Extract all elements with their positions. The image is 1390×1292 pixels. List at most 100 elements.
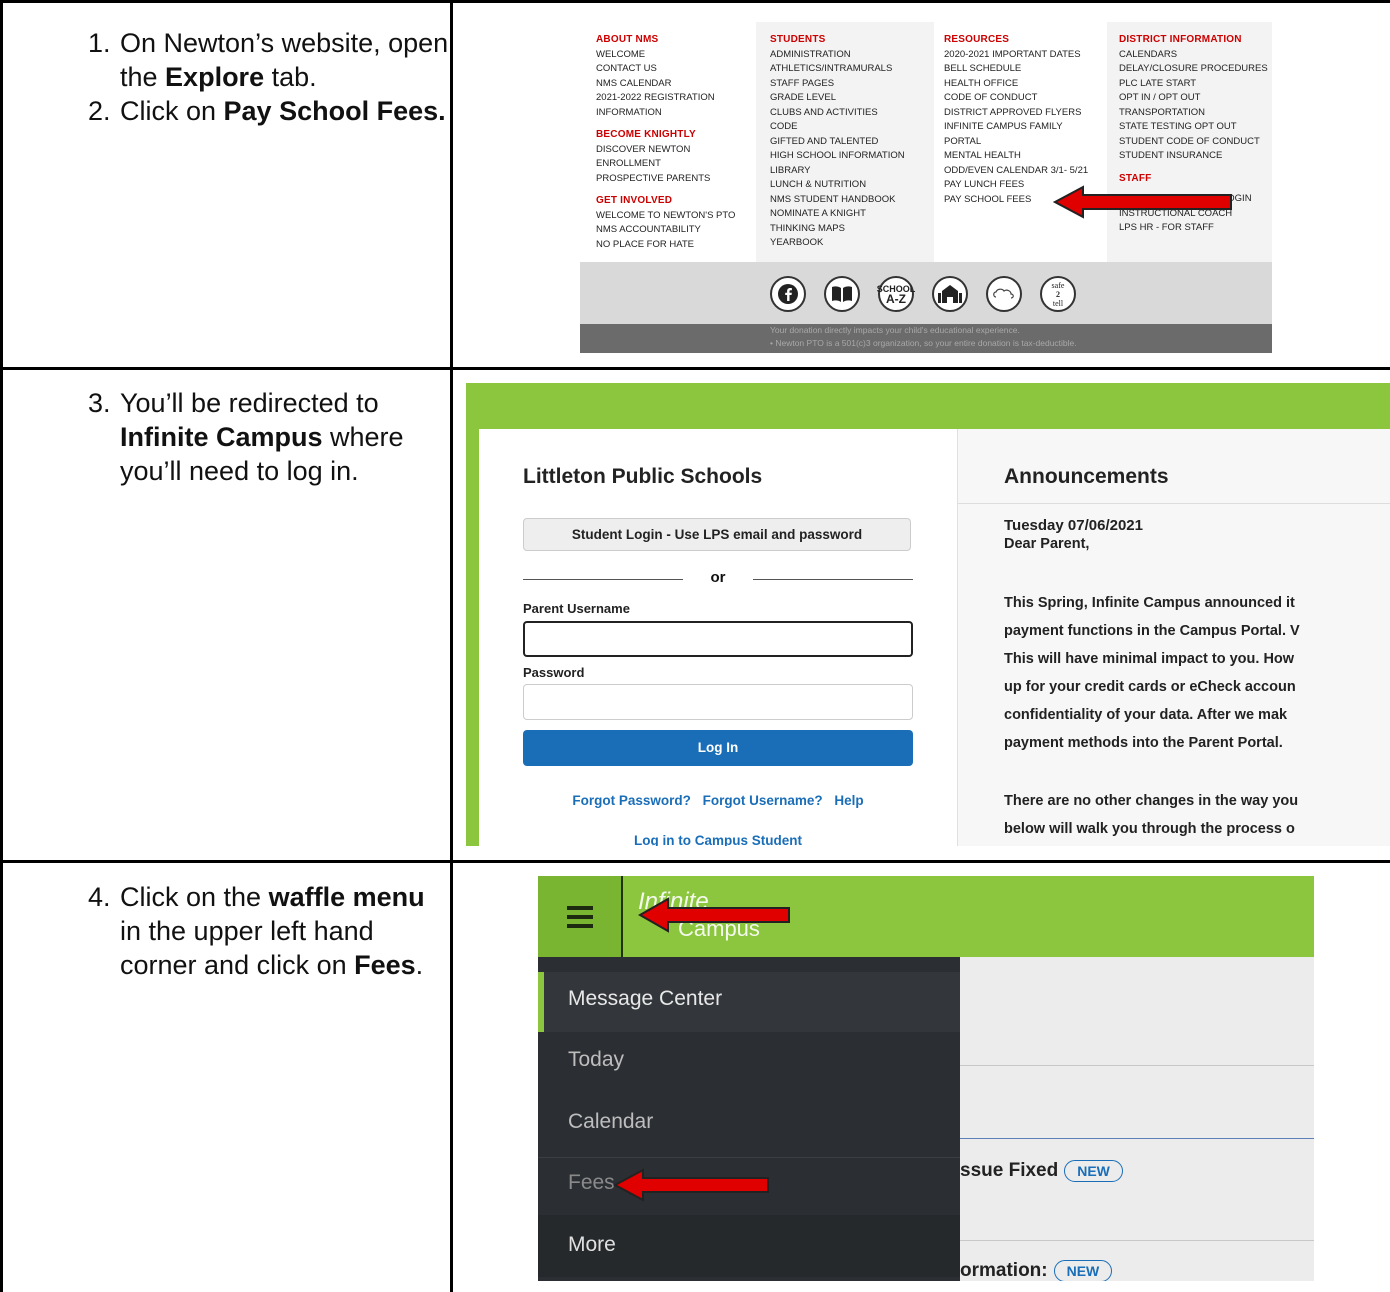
menu-link[interactable]: BELL SCHEDULE xyxy=(944,62,1107,77)
red-arrow-pay-school-fees xyxy=(1053,185,1232,219)
menu-link[interactable]: CONTACT US xyxy=(596,62,756,77)
menu-heading-involved: GET INVOLVED xyxy=(596,195,673,206)
safe2tell-icon-top: safe xyxy=(1051,280,1065,290)
announcement-heading-text: ssue Fixed xyxy=(960,1160,1059,1182)
menu-link[interactable]: DELAY/CLOSURE PROCEDURES xyxy=(1119,62,1272,77)
menu-link[interactable]: WELCOME TO NEWTON'S PTO xyxy=(596,209,756,224)
social-icon-bar xyxy=(580,262,1272,324)
step-4: Click on the waffle menu in the upper le… xyxy=(118,880,450,982)
menu-link[interactable]: CODE xyxy=(770,120,934,135)
table-row-divider xyxy=(0,860,1390,863)
step-2: Click on Pay School Fees. xyxy=(118,94,450,128)
footer-line: • Newton PTO is a 501(c)3 organization, … xyxy=(770,338,1077,348)
hamburger-menu-icon[interactable] xyxy=(538,876,623,957)
nav-item-today[interactable]: Today xyxy=(568,1048,624,1072)
password-input[interactable] xyxy=(523,684,913,720)
menu-link[interactable]: DISTRICT APPROVED FLYERS xyxy=(944,106,1107,121)
login-panel: Littleton Public Schools Student Login -… xyxy=(479,429,957,846)
menu-link[interactable]: THINKING MAPS xyxy=(770,222,934,237)
menu-link[interactable]: STATE TESTING OPT OUT xyxy=(1119,120,1272,135)
school-building-icon[interactable] xyxy=(932,276,968,312)
menu-heading-resources: RESOURCES xyxy=(944,34,1010,45)
menu-link[interactable]: PLC LATE START xyxy=(1119,77,1272,92)
menu-link[interactable]: ENROLLMENT xyxy=(596,157,756,172)
username-input[interactable] xyxy=(523,621,913,657)
menu-link[interactable]: NMS ACCOUNTABILITY xyxy=(596,223,756,238)
student-login-button[interactable]: Student Login - Use LPS email and passwo… xyxy=(523,518,911,551)
password-label: Password xyxy=(523,665,585,680)
cloud-link-icon[interactable] xyxy=(986,276,1022,312)
menu-link[interactable]: ATHLETICS/INTRAMURALS xyxy=(770,62,934,77)
menu-link[interactable]: INFINITE CAMPUS FAMILY xyxy=(944,120,1107,135)
menu-link[interactable]: NO PLACE FOR HATE xyxy=(596,238,756,253)
step-cell-3: You’ll be redirected to Infinite Campus … xyxy=(0,386,450,488)
menu-link[interactable]: PORTAL xyxy=(944,135,1107,150)
log-in-button[interactable]: Log In xyxy=(523,730,913,766)
menu-link[interactable]: CLUBS AND ACTIVITIES xyxy=(770,106,934,121)
menu-link[interactable]: YEARBOOK xyxy=(770,236,934,251)
menu-link[interactable]: MENTAL HEALTH xyxy=(944,149,1107,164)
announcement-heading: ssue Fixed NEW xyxy=(960,1160,1123,1182)
announcement-line: payment methods into the Parent Portal. xyxy=(1004,735,1283,751)
campus-student-link[interactable]: Log in to Campus Student xyxy=(479,833,957,846)
menu-link[interactable]: NMS STUDENT HANDBOOK xyxy=(770,193,934,208)
help-links: Forgot Password? Forgot Username? Help xyxy=(479,793,957,808)
pto-donation-footer: Your donation directly impacts your chil… xyxy=(580,324,1272,353)
menu-link[interactable]: NMS CALENDAR xyxy=(596,77,756,92)
menu-column-students: STUDENTS ADMINISTRATION ATHLETICS/INTRAM… xyxy=(756,22,934,262)
menu-link[interactable]: LPS HR - FOR STAFF xyxy=(1119,221,1272,236)
menu-link[interactable]: ADMINISTRATION xyxy=(770,48,934,63)
forgot-username-link[interactable]: Forgot Username? xyxy=(703,793,823,808)
announcement-line: payment functions in the Campus Portal. … xyxy=(1004,623,1300,639)
announcement-greeting: Dear Parent, xyxy=(1004,536,1090,552)
menu-link[interactable]: CODE OF CONDUCT xyxy=(944,91,1107,106)
menu-link[interactable]: ODD/EVEN CALENDAR 3/1- 5/21 xyxy=(944,164,1107,179)
menu-link[interactable]: STAFF PAGES xyxy=(770,77,934,92)
new-badge: NEW xyxy=(1064,1160,1123,1182)
menu-link[interactable]: 2021-2022 REGISTRATION xyxy=(596,91,756,106)
district-title: Littleton Public Schools xyxy=(523,465,763,488)
menu-link[interactable]: OPT IN / OPT OUT xyxy=(1119,91,1272,106)
navigation-drawer: Message Center Today Calendar Fees More xyxy=(538,957,960,1281)
table-column-divider xyxy=(450,0,453,1292)
menu-heading-district: DISTRICT INFORMATION xyxy=(1119,34,1242,45)
infinite-campus-login-screenshot: Littleton Public Schools Student Login -… xyxy=(466,383,1390,846)
forgot-password-link[interactable]: Forgot Password? xyxy=(572,793,691,808)
infinite-campus-menu-screenshot: Infinite Campus ssue Fixed NEW ormation: N… xyxy=(538,876,1314,1281)
red-arrow-fees xyxy=(613,1168,769,1202)
active-item-indicator xyxy=(538,972,544,1032)
menu-link[interactable]: TRANSPORTATION xyxy=(1119,106,1272,121)
announcements-title: Announcements xyxy=(1004,465,1169,488)
menu-link[interactable]: 2020-2021 IMPORTANT DATES xyxy=(944,48,1107,63)
menu-link[interactable]: WELCOME xyxy=(596,48,756,63)
step-cell-1: On Newton’s website, open the Explore ta… xyxy=(0,26,450,128)
facebook-icon[interactable] xyxy=(770,276,806,312)
nav-item-message-center[interactable]: Message Center xyxy=(568,987,722,1011)
step-3: You’ll be redirected to Infinite Campus … xyxy=(118,386,450,488)
menu-link[interactable]: GIFTED AND TALENTED xyxy=(770,135,934,150)
announcement-line: up for your credit cards or eCheck accou… xyxy=(1004,679,1296,695)
menu-link[interactable]: DISCOVER NEWTON xyxy=(596,143,756,158)
menu-link[interactable]: HIGH SCHOOL INFORMATION xyxy=(770,149,934,164)
announcement-line: This will have minimal impact to you. Ho… xyxy=(1004,651,1295,667)
menu-link[interactable]: HEALTH OFFICE xyxy=(944,77,1107,92)
safe2tell-icon[interactable]: safe 2 tell xyxy=(1040,276,1076,312)
menu-link[interactable]: LIBRARY xyxy=(770,164,934,179)
nav-item-calendar[interactable]: Calendar xyxy=(568,1110,653,1134)
menu-link[interactable]: STUDENT CODE OF CONDUCT xyxy=(1119,135,1272,150)
menu-link[interactable]: PROSPECTIVE PARENTS xyxy=(596,172,756,187)
help-link[interactable]: Help xyxy=(834,793,863,808)
menu-link[interactable]: GRADE LEVEL xyxy=(770,91,934,106)
menu-link[interactable]: NOMINATE A KNIGHT xyxy=(770,207,934,222)
announcement-line: This Spring, Infinite Campus announced i… xyxy=(1004,595,1295,611)
menu-link[interactable]: INFORMATION xyxy=(596,106,756,121)
school-az-icon[interactable]: SCHOOL A-Z xyxy=(877,276,915,312)
menu-link[interactable]: LUNCH & NUTRITION xyxy=(770,178,934,193)
announcement-line: below will walk you through the process … xyxy=(1004,821,1295,837)
menu-link[interactable]: STUDENT INSURANCE xyxy=(1119,149,1272,164)
book-icon[interactable] xyxy=(824,276,860,312)
menu-link[interactable]: CALENDARS xyxy=(1119,48,1272,63)
nav-item-fees[interactable]: Fees xyxy=(568,1171,615,1195)
nav-item-more[interactable]: More xyxy=(568,1233,616,1257)
school-az-icon-bottom: A-Z xyxy=(886,292,906,306)
